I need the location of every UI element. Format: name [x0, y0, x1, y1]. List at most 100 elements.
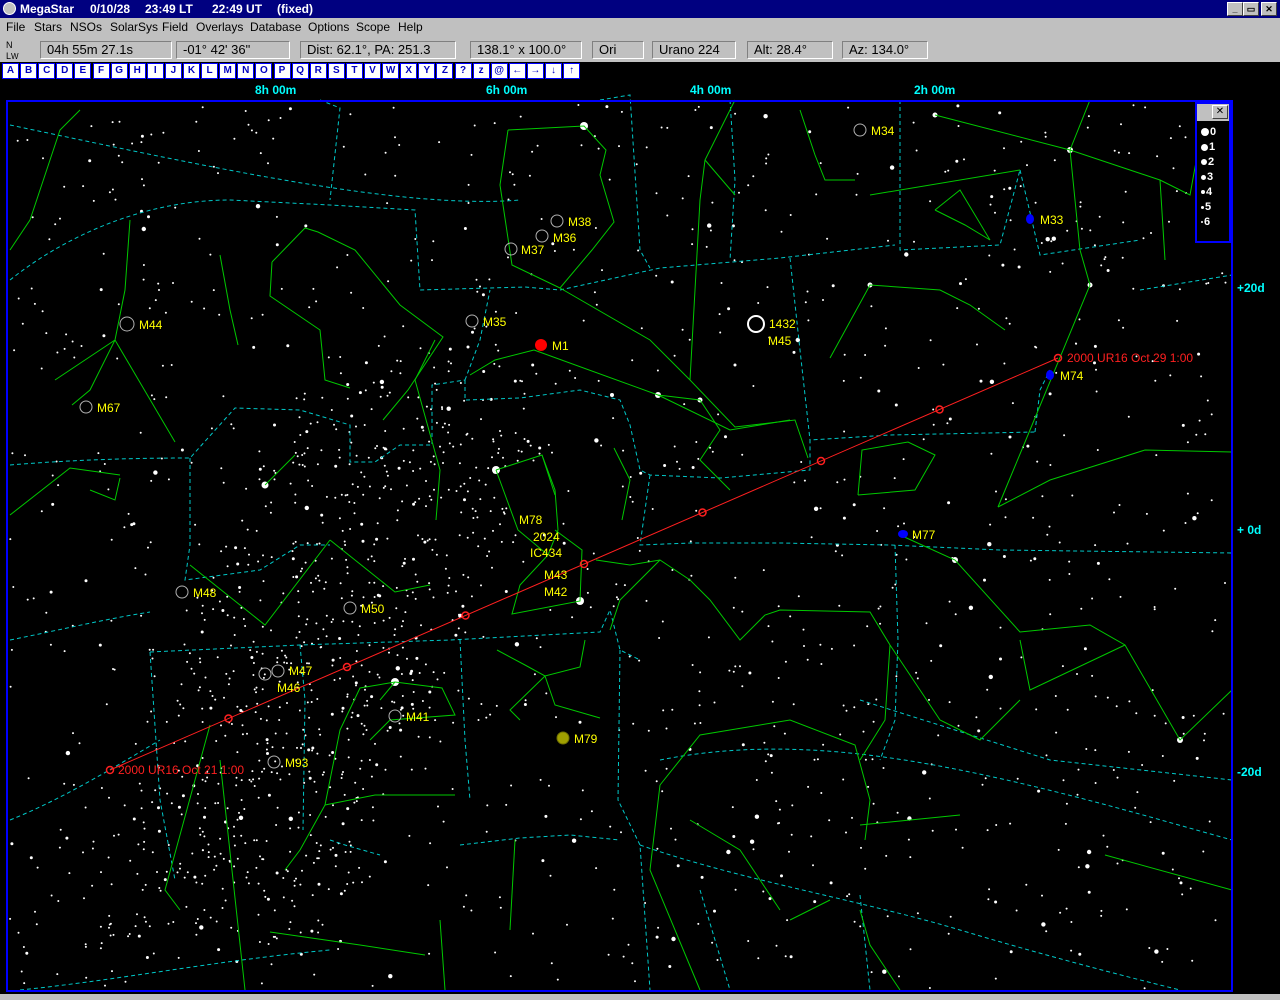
m48-symbol[interactable]: [175, 585, 189, 599]
m50-label: M50: [361, 602, 385, 616]
m41-symbol[interactable]: [388, 709, 402, 723]
dec-field[interactable]: -01° 42' 36": [176, 41, 290, 59]
goto-button-a[interactable]: A: [2, 63, 19, 79]
m1-nebula-icon[interactable]: [535, 339, 547, 351]
goto-button-g[interactable]: G: [110, 63, 128, 79]
m33-label: M33: [1040, 213, 1064, 227]
sky-chart[interactable]: 8h 00m 6h 00m 4h 00m 2h 00m +20d + 0d -2…: [0, 82, 1280, 994]
m79-globular-icon[interactable]: [556, 731, 570, 745]
m67-label: M67: [97, 401, 121, 415]
goto-button-at[interactable]: @: [490, 63, 508, 79]
goto-button-y[interactable]: Y: [418, 63, 436, 79]
goto-button-d[interactable]: D: [56, 63, 74, 79]
goto-button-z[interactable]: Z: [436, 63, 454, 79]
m35-symbol[interactable]: [465, 314, 479, 328]
chart-frame: [6, 100, 1233, 992]
goto-button-q[interactable]: Q: [291, 63, 309, 79]
goto-button-m[interactable]: M: [219, 63, 237, 79]
goto-button-j[interactable]: J: [164, 63, 182, 79]
legend-dot-icon: [1201, 143, 1208, 151]
goto-button-f[interactable]: F: [92, 63, 110, 79]
goto-button-x[interactable]: X: [400, 63, 418, 79]
goto-button-up-arrow[interactable]: ↑: [563, 63, 581, 79]
m34-label: M34: [871, 124, 895, 138]
goto-button-p[interactable]: P: [273, 63, 291, 79]
atlas-field: Urano 224: [652, 41, 736, 59]
ra-label-6h: 6h 00m: [486, 83, 527, 97]
m44-symbol[interactable]: [119, 316, 135, 332]
goto-button-i[interactable]: I: [146, 63, 164, 79]
magnitude-legend[interactable]: ✕ 0 1 2 3 4 5 6: [1195, 102, 1231, 243]
goto-button-down-arrow[interactable]: ↓: [545, 63, 562, 79]
comet-start-label: 2000 UR16 Oct 21 1:00: [118, 763, 244, 777]
m67-symbol[interactable]: [79, 400, 93, 414]
goto-button-n[interactable]: N: [237, 63, 255, 79]
compass-north: N: [6, 40, 13, 50]
dec-label-minus20: -20d: [1237, 765, 1262, 779]
m50-symbol[interactable]: [343, 601, 357, 615]
legend-row-2: 2: [1201, 156, 1214, 168]
m93-symbol[interactable]: [267, 755, 281, 769]
menu-stars[interactable]: Stars: [34, 20, 62, 34]
mode-readout: (fixed): [277, 2, 313, 16]
goto-button-o[interactable]: O: [255, 63, 273, 79]
ra-label-8h: 8h 00m: [255, 83, 296, 97]
menu-field[interactable]: Field: [162, 20, 188, 34]
goto-button-left-arrow[interactable]: ←: [508, 63, 526, 79]
menu-database[interactable]: Database: [250, 20, 301, 34]
m74-galaxy-icon[interactable]: [1046, 370, 1054, 380]
app-title: MegaStar: [20, 2, 75, 16]
menu-solarsys[interactable]: SolarSys: [110, 20, 158, 34]
ra-label-2h: 2h 00m: [914, 83, 955, 97]
comet-track: [105, 353, 1063, 775]
m38-symbol[interactable]: [550, 214, 564, 228]
goto-button-w[interactable]: W: [382, 63, 400, 79]
m77-galaxy-icon[interactable]: [898, 530, 908, 538]
constellation-lines: [9, 99, 1233, 991]
legend-close-button[interactable]: ✕: [1212, 105, 1228, 119]
goto-button-c[interactable]: C: [38, 63, 56, 79]
minimize-button[interactable]: _: [1227, 2, 1243, 16]
m34-symbol[interactable]: [853, 123, 867, 137]
m47-symbol[interactable]: [271, 664, 285, 678]
goto-button-t[interactable]: T: [345, 63, 363, 79]
m36-symbol[interactable]: [535, 229, 549, 243]
menu-overlays[interactable]: Overlays: [196, 20, 243, 34]
goto-button-e[interactable]: E: [74, 63, 92, 79]
goto-button-lowz[interactable]: z: [472, 63, 490, 79]
constellation-boundaries: [9, 94, 1233, 991]
goto-button-l[interactable]: L: [201, 63, 219, 79]
fov-field[interactable]: 138.1° x 100.0°: [470, 41, 582, 59]
app-icon[interactable]: [3, 2, 16, 15]
menu-options[interactable]: Options: [308, 20, 349, 34]
goto-button-s[interactable]: S: [327, 63, 345, 79]
menu-nsos[interactable]: NSOs: [70, 20, 102, 34]
goto-button-b[interactable]: B: [20, 63, 38, 79]
close-button[interactable]: ✕: [1261, 2, 1277, 16]
distance-field: Dist: 62.1°, PA: 251.3: [300, 41, 456, 59]
menu-help[interactable]: Help: [398, 20, 423, 34]
altitude-field: Alt: 28.4°: [747, 41, 833, 59]
m37-symbol[interactable]: [504, 242, 518, 256]
menu-scope[interactable]: Scope: [356, 20, 390, 34]
goto-button-v[interactable]: V: [364, 63, 381, 79]
legend-dot-icon: [1201, 205, 1204, 209]
goto-button-right-arrow[interactable]: →: [526, 63, 544, 79]
goto-button-r[interactable]: R: [309, 63, 327, 79]
goto-button-help[interactable]: ?: [454, 63, 472, 79]
goto-button-h[interactable]: H: [128, 63, 146, 79]
m36-label: M36: [553, 231, 577, 245]
goto-button-k[interactable]: K: [183, 63, 200, 79]
m48-label: M48: [193, 586, 217, 600]
ra-field[interactable]: 04h 55m 27.1s: [40, 41, 172, 59]
compass-icon[interactable]: N LW: [6, 40, 19, 62]
pleiades-symbol[interactable]: [747, 315, 765, 333]
legend-row-4: 4: [1201, 186, 1212, 198]
maximize-button[interactable]: ▭: [1243, 2, 1259, 16]
menu-file[interactable]: File: [6, 20, 25, 34]
menu-bar: File Stars NSOs SolarSys Field Overlays …: [0, 18, 1280, 38]
m33-galaxy-icon[interactable]: [1026, 214, 1034, 224]
m47-label: M47: [289, 664, 313, 678]
azimuth-field: Az: 134.0°: [842, 41, 928, 59]
ngc1432-label: 1432: [769, 317, 796, 331]
